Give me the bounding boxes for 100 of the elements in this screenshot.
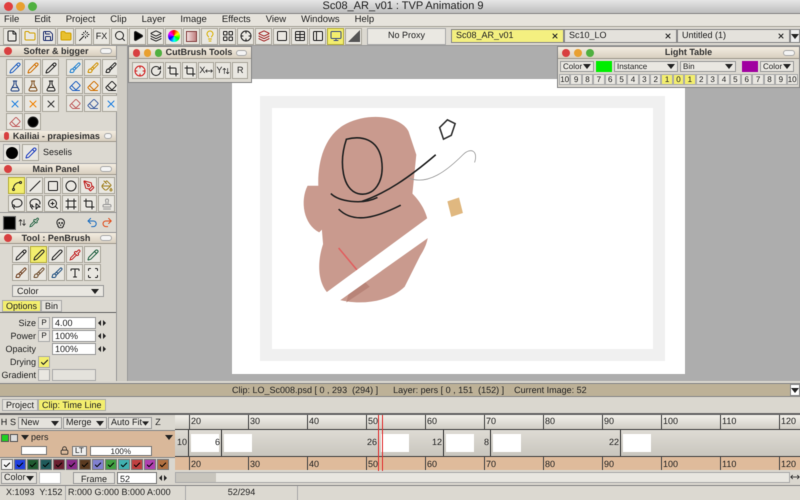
layer-row[interactable]: pers LT 100% bbox=[0, 430, 175, 458]
menu-item[interactable]: Effects bbox=[222, 14, 251, 24]
panel-title: Main Panel bbox=[31, 164, 80, 174]
menu-item[interactable]: Project bbox=[66, 14, 96, 24]
ruler-label: 20 bbox=[191, 460, 202, 470]
panel-tab[interactable]: Bin bbox=[41, 300, 62, 312]
ruler-label: 30 bbox=[250, 417, 262, 426]
onion-skin-button[interactable]: 10 bbox=[786, 74, 798, 86]
onion-skin-button[interactable]: 6 bbox=[741, 74, 752, 86]
onion-skin-button[interactable]: 6 bbox=[604, 74, 616, 86]
frame-label: Frame bbox=[73, 472, 115, 484]
ruler-label: 80 bbox=[545, 460, 556, 470]
pressure-button[interactable]: P bbox=[38, 317, 50, 330]
onion-skin-button[interactable]: 8 bbox=[764, 74, 776, 86]
light-table-button[interactable]: LT bbox=[72, 446, 87, 456]
menu-item[interactable]: Help bbox=[354, 14, 374, 24]
menu-item[interactable]: Image bbox=[180, 14, 207, 24]
zoom-button[interactable]: Z bbox=[153, 416, 163, 430]
proxy-field[interactable]: No Proxy bbox=[367, 28, 446, 44]
onion-skin-button[interactable]: 2 bbox=[650, 74, 662, 86]
menu-item[interactable]: Edit bbox=[34, 14, 51, 24]
exposure-number: 26 bbox=[366, 436, 378, 450]
pressure-button[interactable]: P bbox=[38, 330, 50, 342]
panel-title: CutBrush Tools bbox=[166, 48, 232, 58]
document-tab[interactable]: Sc08_AR_v01 bbox=[451, 29, 564, 43]
onion-skin-button[interactable]: 3 bbox=[638, 74, 650, 86]
onion-skin-button[interactable]: 8 bbox=[582, 74, 594, 86]
onion-skin-button[interactable]: 1 bbox=[684, 74, 696, 86]
onion-skin-button[interactable]: 7 bbox=[593, 74, 604, 86]
tool-button[interactable]: R bbox=[232, 62, 248, 80]
menu-item[interactable]: Clip bbox=[110, 14, 127, 24]
frame-position: 52/294 bbox=[185, 486, 298, 500]
ruler-label: 50 bbox=[368, 460, 378, 470]
onion-skin-button[interactable]: 9 bbox=[570, 74, 582, 86]
onion-skin-button[interactable]: 1 bbox=[661, 74, 673, 86]
panel-title: Kailiai - prapiesimas bbox=[12, 132, 100, 141]
tab-label: Untitled (1) bbox=[682, 29, 728, 42]
tool-button[interactable]: X bbox=[198, 62, 214, 80]
onion-skin-button[interactable]: 2 bbox=[696, 74, 707, 86]
panel-tab[interactable]: Options bbox=[2, 300, 42, 312]
onion-skin-button[interactable]: 4 bbox=[627, 74, 639, 86]
ruler-label: 110 bbox=[722, 460, 736, 470]
instance-dropdown[interactable]: Instance bbox=[614, 61, 678, 72]
panel-tab[interactable]: Project bbox=[2, 399, 38, 412]
value-field[interactable]: 100% bbox=[52, 330, 96, 342]
window-title: Sc08_AR_v01 : TVP Animation 9 bbox=[321, 0, 485, 12]
tool-button[interactable]: FX bbox=[93, 28, 110, 44]
menu-item[interactable]: File bbox=[4, 14, 20, 24]
document-tab[interactable]: Sc10_LO bbox=[564, 29, 677, 43]
ruler-label: 40 bbox=[309, 417, 320, 426]
value-field[interactable]: 100% bbox=[52, 343, 96, 356]
ruler-label: 120 bbox=[781, 460, 796, 470]
onion-skin-button[interactable]: 0 bbox=[672, 74, 684, 86]
pixel-color-readout: R:000 G:000 B:000 A:000 bbox=[65, 486, 185, 500]
exposure-number: 8 bbox=[482, 436, 490, 450]
layer-menu-dropdown[interactable]: Auto Fit bbox=[108, 417, 152, 430]
menu-item[interactable]: Windows bbox=[301, 14, 340, 24]
onion-skin-button[interactable]: 3 bbox=[706, 74, 718, 86]
field-label: Opacity bbox=[4, 342, 36, 356]
layer-menu-dropdown[interactable]: New bbox=[18, 417, 62, 430]
field-label: Power bbox=[9, 330, 36, 343]
ruler-label: 20 bbox=[191, 417, 202, 426]
menu-item[interactable]: View bbox=[266, 14, 286, 24]
field-label: Drying bbox=[8, 356, 36, 369]
field-label: Gradient bbox=[0, 368, 36, 382]
value-field[interactable]: 4.00 bbox=[52, 317, 96, 330]
ruler-label: 80 bbox=[545, 417, 556, 426]
ruler-label: 70 bbox=[486, 460, 496, 470]
tool-button[interactable]: Y bbox=[215, 62, 232, 80]
onion-skin-button[interactable]: 5 bbox=[616, 74, 628, 86]
skin-mode-dropdown[interactable]: Color bbox=[760, 61, 794, 72]
current-image-info: Current Image: 52 bbox=[514, 384, 588, 397]
ruler-label: 90 bbox=[604, 417, 616, 426]
panel-title: Tool : PenBrush bbox=[20, 234, 92, 243]
column-header: H bbox=[0, 416, 8, 430]
onion-skin-button[interactable]: 9 bbox=[775, 74, 786, 86]
color-mode-dropdown[interactable]: Color bbox=[1, 472, 37, 484]
menu-item[interactable]: Layer bbox=[142, 14, 166, 24]
skin-mode-dropdown[interactable]: Color bbox=[560, 61, 594, 72]
onion-skin-button[interactable]: 10 bbox=[559, 74, 570, 86]
onion-skin-button[interactable]: 5 bbox=[730, 74, 741, 86]
ruler-label: 40 bbox=[309, 460, 320, 470]
frame-field[interactable]: 52 bbox=[117, 472, 157, 484]
panel-tab[interactable]: Clip: Time Line bbox=[38, 399, 106, 412]
onion-skin-button[interactable]: 4 bbox=[718, 74, 730, 86]
layer-name: pers bbox=[31, 430, 50, 444]
ruler-label: 60 bbox=[427, 460, 438, 470]
opacity-field[interactable]: 100% bbox=[90, 446, 152, 456]
ruler-label: 100 bbox=[663, 417, 680, 426]
tab-label: Sc10_LO bbox=[569, 29, 608, 42]
bin-dropdown[interactable]: Bin bbox=[680, 61, 736, 72]
mode-dropdown[interactable]: Color bbox=[12, 285, 104, 298]
onion-skin-button[interactable]: 7 bbox=[752, 74, 764, 86]
field-label: Size bbox=[17, 316, 36, 330]
layer-menu-dropdown[interactable]: Merge bbox=[63, 417, 107, 430]
document-tab[interactable]: Untitled (1) bbox=[677, 29, 790, 43]
ruler-label: 60 bbox=[427, 417, 438, 426]
panel-title: Light Table bbox=[664, 48, 714, 58]
ruler-label: 100 bbox=[663, 460, 678, 470]
layer-info: Layer: pers [ 0 , 151 (152) ] bbox=[393, 384, 504, 397]
